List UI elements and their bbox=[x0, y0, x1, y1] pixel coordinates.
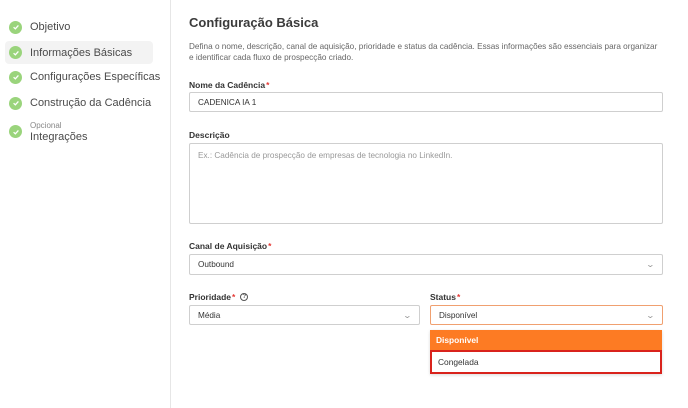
sidebar-item-label: Construção da Cadência bbox=[30, 97, 152, 109]
optional-label: Opcional bbox=[30, 121, 62, 130]
sidebar-item-label: Integrações bbox=[30, 131, 88, 143]
priority-select[interactable]: Média ⌄ bbox=[189, 305, 420, 325]
channel-select-value: Outbound bbox=[198, 260, 234, 269]
sidebar-item-configuracoes-especificas[interactable]: Configurações Específicas bbox=[5, 68, 160, 86]
priority-field-label: Prioridade * ? bbox=[189, 292, 249, 302]
sidebar-item-label: Configurações Específicas bbox=[30, 71, 161, 83]
sidebar-item-construcao-cadencia[interactable]: Construção da Cadência bbox=[5, 94, 153, 112]
status-option-disponivel[interactable]: Disponível bbox=[430, 330, 662, 350]
sidebar-item-label: Informações Básicas bbox=[30, 46, 133, 59]
sidebar-item-integracoes[interactable]: Opcional Integrações bbox=[5, 121, 153, 147]
name-field-label: Nome da Cadência * bbox=[189, 80, 270, 90]
description-placeholder: Ex.: Cadência de prospecção de empresas … bbox=[198, 151, 453, 160]
page-description: Defina o nome, descrição, canal de aquis… bbox=[189, 42, 658, 62]
page-title: Configuração Básica bbox=[189, 15, 319, 30]
status-field-label: Status * bbox=[430, 292, 461, 302]
chevron-down-icon: ⌄ bbox=[645, 260, 656, 269]
required-mark: * bbox=[268, 241, 272, 251]
chevron-down-icon: ⌄ bbox=[402, 310, 413, 320]
sidebar-item-label: Objetivo bbox=[30, 21, 71, 33]
description-field[interactable]: Ex.: Cadência de prospecção de empresas … bbox=[189, 143, 663, 224]
check-icon bbox=[9, 125, 22, 138]
check-icon bbox=[9, 96, 22, 110]
check-icon bbox=[9, 20, 22, 34]
check-icon bbox=[9, 70, 22, 84]
status-select[interactable]: Disponível ⌄ bbox=[430, 305, 663, 325]
status-option-congelada[interactable]: Congelada bbox=[430, 350, 662, 374]
required-mark: * bbox=[232, 292, 236, 302]
description-field-label: Descrição bbox=[189, 130, 230, 140]
sidebar-item-informacoes-basicas[interactable]: Informações Básicas bbox=[5, 41, 153, 64]
channel-select[interactable]: Outbound ⌄ bbox=[189, 254, 663, 275]
priority-select-value: Média bbox=[198, 310, 221, 320]
check-icon bbox=[9, 46, 22, 59]
required-mark: * bbox=[456, 292, 461, 302]
status-select-value: Disponível bbox=[439, 310, 478, 320]
help-icon[interactable]: ? bbox=[240, 293, 249, 301]
name-field[interactable]: CADENICA IA 1 bbox=[189, 92, 663, 112]
chevron-down-icon: ⌄ bbox=[645, 310, 656, 320]
sidebar-item-objetivo[interactable]: Objetivo bbox=[5, 18, 153, 36]
sidebar: Objetivo Informações Básicas Configuraçõ… bbox=[0, 0, 171, 408]
name-field-value: CADENICA IA 1 bbox=[198, 97, 257, 107]
required-mark: * bbox=[266, 80, 270, 90]
status-dropdown-menu: Disponível Congelada bbox=[430, 330, 662, 374]
channel-field-label: Canal de Aquisição * bbox=[189, 241, 272, 251]
